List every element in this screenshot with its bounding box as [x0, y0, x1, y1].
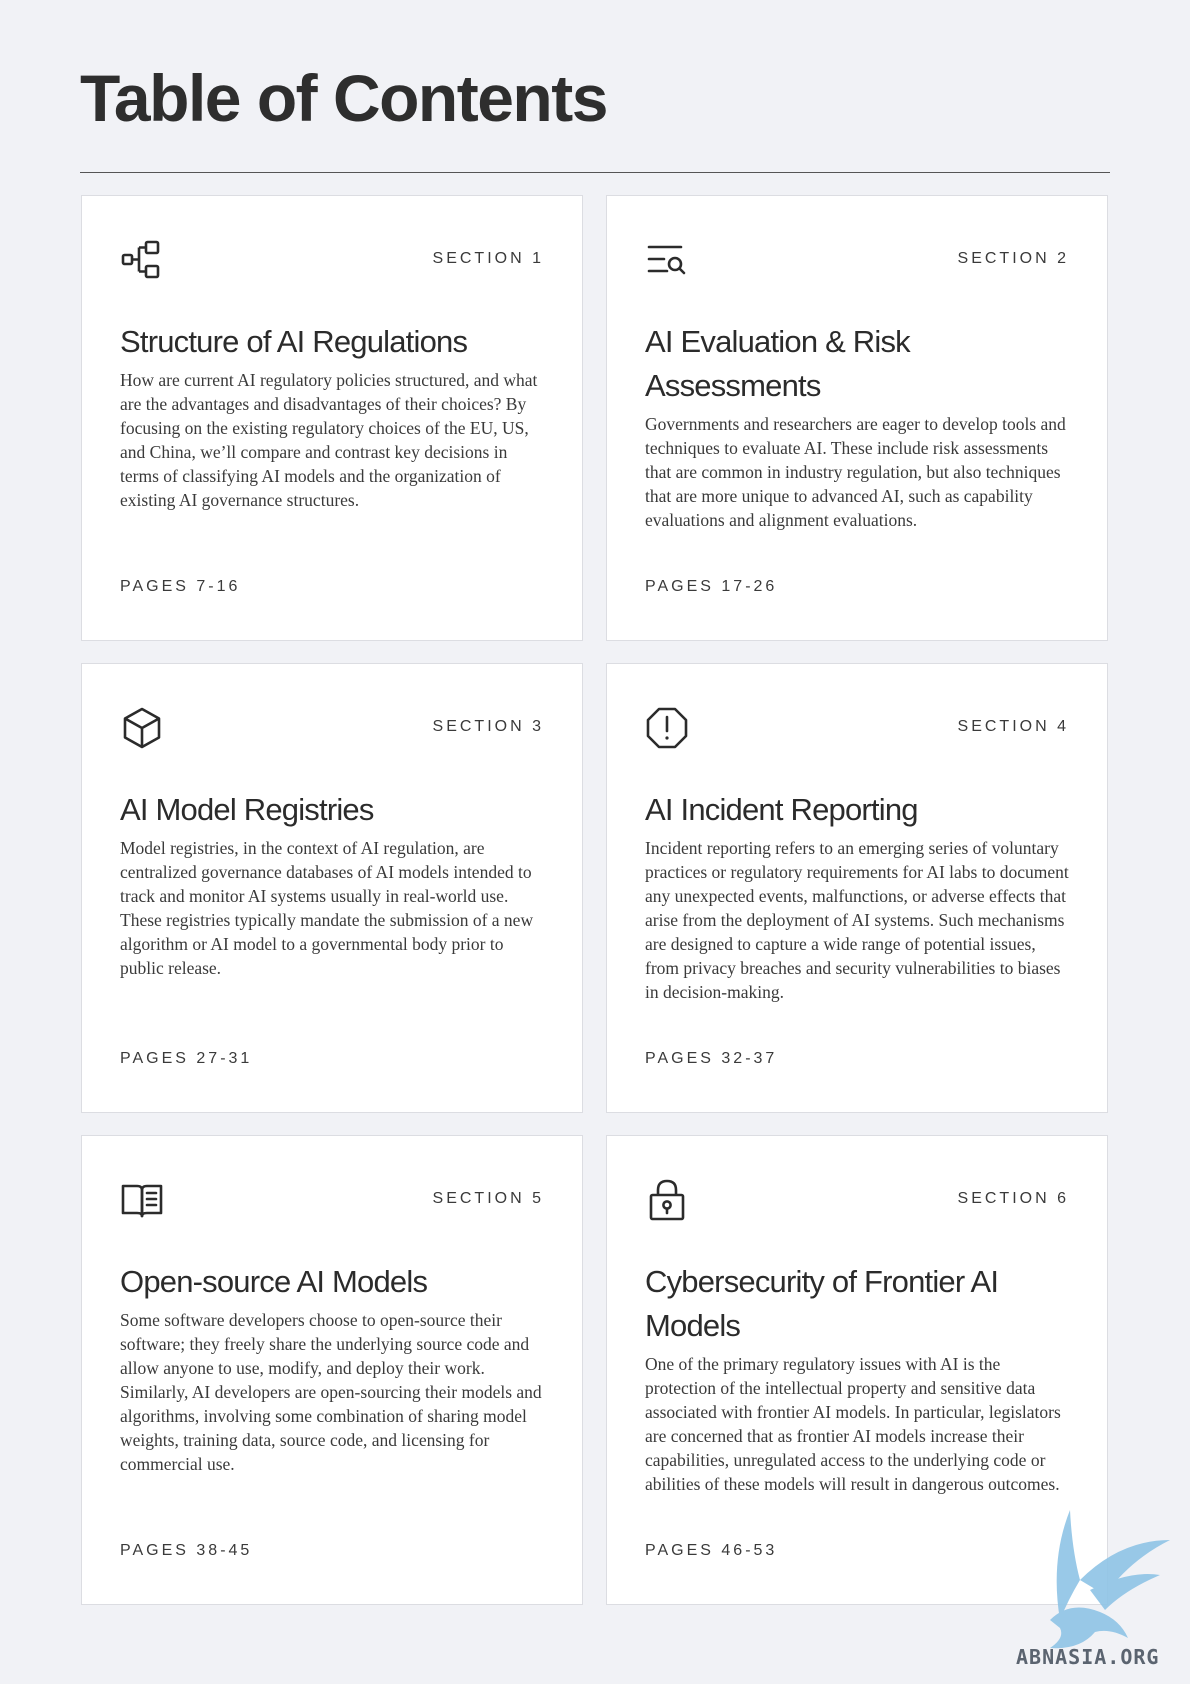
- section-card-3[interactable]: SECTION 3 AI Model Registries Model regi…: [81, 663, 583, 1113]
- alert-octagon-icon: [645, 706, 689, 750]
- section-label: SECTION 6: [957, 1190, 1069, 1207]
- section-label: SECTION 2: [957, 250, 1069, 267]
- section-card-2[interactable]: SECTION 2 AI Evaluation & Risk Assessmen…: [606, 195, 1108, 641]
- hierarchy-icon: [120, 238, 164, 282]
- page-range: PAGES 38-45: [120, 1542, 253, 1559]
- cube-icon: [120, 706, 164, 750]
- section-description: Model registries, in the context of AI r…: [120, 838, 534, 978]
- section-card-5[interactable]: SECTION 5 Open-source AI Models Some sof…: [81, 1135, 583, 1605]
- section-description: How are current AI regulatory policies s…: [120, 370, 538, 510]
- section-label: SECTION 1: [432, 250, 544, 267]
- open-book-icon: [120, 1178, 164, 1222]
- section-description: Incident reporting refers to an emerging…: [645, 838, 1069, 1002]
- section-label: SECTION 3: [432, 718, 544, 735]
- padlock-icon: [645, 1178, 689, 1222]
- page-range: PAGES 32-37: [645, 1050, 778, 1067]
- title-divider: [80, 172, 1110, 173]
- section-description: Some software developers choose to open-…: [120, 1310, 542, 1474]
- section-title: Cybersecurity of Frontier AI Models: [645, 1264, 999, 1343]
- page-range: PAGES 46-53: [645, 1542, 778, 1559]
- section-title: AI Incident Reporting: [645, 792, 919, 827]
- section-card-1[interactable]: SECTION 1 Structure of AI Regulations Ho…: [81, 195, 583, 641]
- section-title: Structure of AI Regulations: [120, 324, 468, 359]
- page-range: PAGES 7-16: [120, 578, 241, 595]
- section-title: AI Evaluation & Risk Assessments: [645, 324, 911, 403]
- watermark-text: ABNASIA.ORG: [1016, 1645, 1160, 1669]
- page-range: PAGES 27-31: [120, 1050, 253, 1067]
- section-title: Open-source AI Models: [120, 1264, 428, 1299]
- section-label: SECTION 4: [957, 718, 1069, 735]
- section-description: Governments and researchers are eager to…: [645, 414, 1066, 530]
- page-title: Table of Contents: [80, 61, 608, 135]
- section-label: SECTION 5: [432, 1190, 544, 1207]
- section-card-4[interactable]: SECTION 4 AI Incident Reporting Incident…: [606, 663, 1108, 1113]
- section-description: One of the primary regulatory issues wit…: [645, 1354, 1061, 1494]
- section-title: AI Model Registries: [120, 792, 374, 827]
- search-list-icon: [645, 238, 689, 282]
- page-range: PAGES 17-26: [645, 578, 778, 595]
